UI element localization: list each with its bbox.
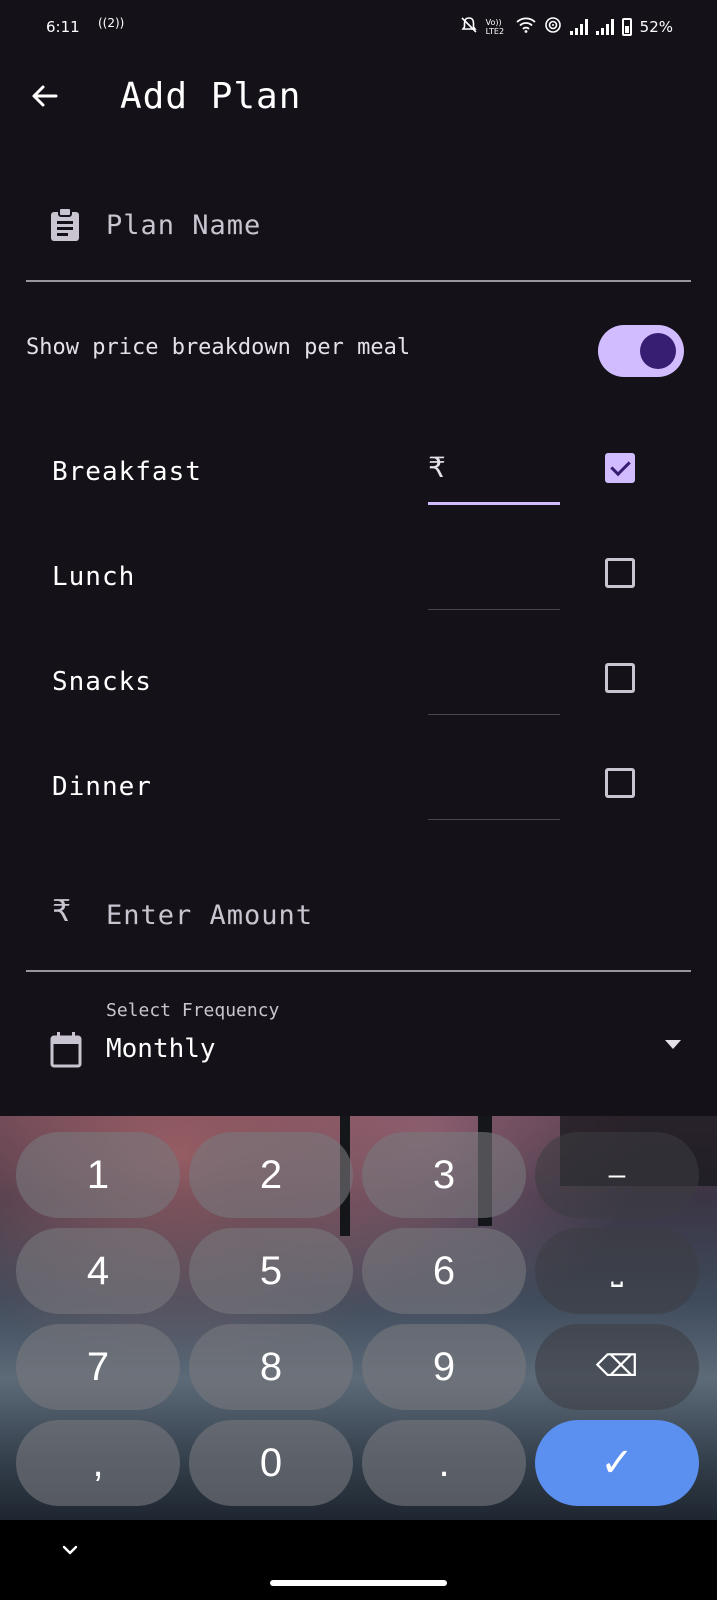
key-8[interactable]: 8 bbox=[189, 1324, 353, 1410]
page-title: Add Plan bbox=[120, 76, 302, 117]
status-bar: 6:11 ((2)) Vo)) LTE2 52% bbox=[0, 0, 717, 56]
key-9[interactable]: 9 bbox=[362, 1324, 526, 1410]
key-space[interactable]: ⎵ bbox=[535, 1228, 699, 1314]
signal-2-icon bbox=[595, 19, 614, 35]
toggle-knob bbox=[640, 333, 676, 369]
lunch-checkbox[interactable] bbox=[605, 558, 635, 588]
key-7[interactable]: 7 bbox=[16, 1324, 180, 1410]
battery-percent: 52% bbox=[639, 18, 673, 36]
meal-label: Breakfast bbox=[52, 457, 202, 487]
app-bar: Add Plan bbox=[0, 70, 717, 134]
key-comma[interactable]: , bbox=[16, 1420, 180, 1506]
back-arrow-icon[interactable] bbox=[28, 80, 68, 120]
system-nav-bar bbox=[0, 1520, 717, 1600]
breakfast-checkbox[interactable] bbox=[605, 453, 635, 483]
key-0[interactable]: 0 bbox=[189, 1420, 353, 1506]
hide-keyboard-chevron-icon[interactable] bbox=[60, 1540, 80, 1560]
home-gesture-handle[interactable] bbox=[270, 1580, 447, 1586]
key-3[interactable]: 3 bbox=[362, 1132, 526, 1218]
key-6[interactable]: 6 bbox=[362, 1228, 526, 1314]
price-underline bbox=[428, 819, 560, 820]
frequency-value: Monthly bbox=[106, 1034, 216, 1064]
meal-label: Snacks bbox=[52, 667, 152, 697]
mute-icon bbox=[460, 16, 478, 38]
status-time: 6:11 bbox=[46, 18, 80, 36]
hotspot-signal-icon bbox=[544, 16, 562, 38]
lunch-price-input[interactable] bbox=[428, 550, 560, 610]
price-underline bbox=[428, 714, 560, 715]
volte-icon: Vo)) LTE2 bbox=[485, 18, 505, 36]
price-breakdown-row: Show price breakdown per meal bbox=[26, 325, 691, 377]
numeric-keyboard: 1 2 3 – 4 5 6 ⎵ 7 8 9 ⌫ , 0 . ✓ bbox=[0, 1116, 717, 1520]
snacks-price-input[interactable] bbox=[428, 655, 560, 715]
wifi-icon bbox=[516, 17, 536, 37]
meal-row-dinner: Dinner bbox=[52, 760, 642, 820]
key-2[interactable]: 2 bbox=[189, 1132, 353, 1218]
meal-row-snacks: Snacks bbox=[52, 655, 642, 715]
meal-label: Lunch bbox=[52, 562, 136, 592]
meal-label: Dinner bbox=[52, 772, 152, 802]
price-breakdown-label: Show price breakdown per meal bbox=[26, 335, 411, 360]
snacks-checkbox[interactable] bbox=[605, 663, 635, 693]
meal-row-breakfast: Breakfast ₹ bbox=[52, 445, 642, 505]
frequency-label: Select Frequency bbox=[106, 1000, 280, 1021]
status-icons: Vo)) LTE2 52% bbox=[460, 16, 673, 38]
key-backspace[interactable]: ⌫ bbox=[535, 1324, 699, 1410]
rupee-prefix: ₹ bbox=[428, 451, 446, 484]
plan-name-field[interactable]: Plan Name bbox=[26, 190, 691, 282]
plan-name-underline bbox=[26, 280, 691, 282]
dinner-price-input[interactable] bbox=[428, 760, 560, 820]
hotspot-icon: ((2)) bbox=[98, 16, 125, 30]
dropdown-arrow-icon bbox=[665, 1040, 681, 1049]
price-underline bbox=[428, 609, 560, 610]
clipboard-icon bbox=[50, 207, 80, 246]
key-1[interactable]: 1 bbox=[16, 1132, 180, 1218]
battery-icon bbox=[621, 18, 632, 36]
key-5[interactable]: 5 bbox=[189, 1228, 353, 1314]
amount-placeholder: Enter Amount bbox=[106, 900, 314, 931]
plan-name-placeholder: Plan Name bbox=[106, 210, 262, 241]
meal-row-lunch: Lunch bbox=[52, 550, 642, 610]
key-minus[interactable]: – bbox=[535, 1132, 699, 1218]
breakfast-price-input[interactable]: ₹ bbox=[428, 445, 560, 505]
rupee-icon: ₹ bbox=[52, 894, 72, 929]
signal-1-icon bbox=[569, 19, 588, 35]
key-done[interactable]: ✓ bbox=[535, 1420, 699, 1506]
calendar-icon bbox=[50, 1032, 82, 1072]
frequency-dropdown[interactable]: Select Frequency Monthly bbox=[26, 1000, 691, 1100]
amount-underline bbox=[26, 970, 691, 972]
price-underline bbox=[428, 502, 560, 505]
dinner-checkbox[interactable] bbox=[605, 768, 635, 798]
key-4[interactable]: 4 bbox=[16, 1228, 180, 1314]
price-breakdown-toggle[interactable] bbox=[598, 325, 684, 377]
key-period[interactable]: . bbox=[362, 1420, 526, 1506]
amount-field[interactable]: ₹ Enter Amount bbox=[26, 870, 691, 972]
